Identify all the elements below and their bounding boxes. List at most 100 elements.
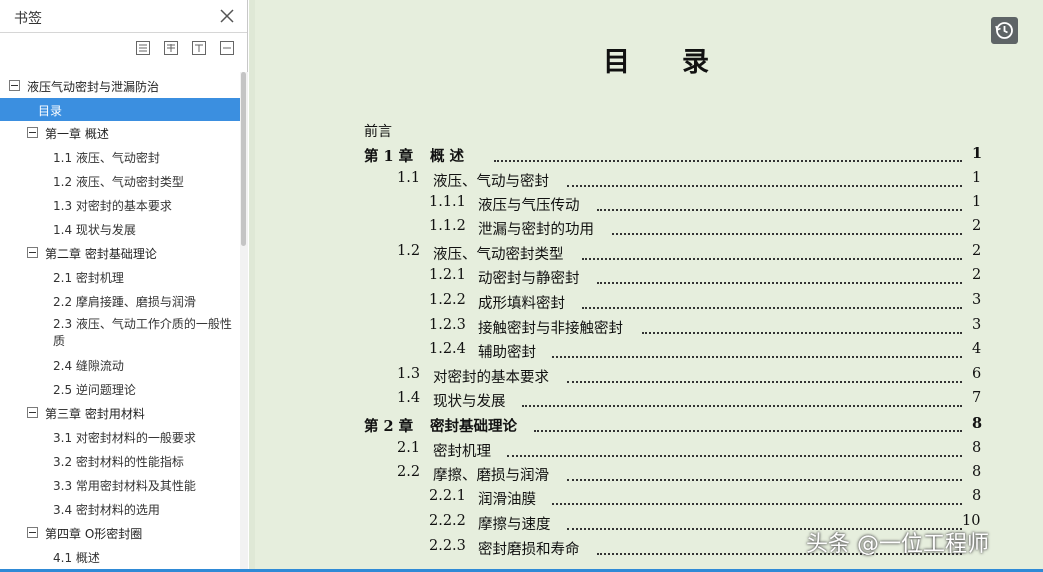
- toc-entry-page: 8: [972, 440, 982, 456]
- bookmark-chapter[interactable]: 第三章 密封用材料: [0, 401, 240, 424]
- history-button[interactable]: [991, 17, 1018, 44]
- bookmark-label: 4.1 概述: [53, 551, 100, 565]
- collapse-toggle-icon[interactable]: [27, 247, 38, 258]
- toc-entry[interactable]: 2.1 密封机理 8: [397, 440, 1000, 462]
- toc-entry[interactable]: 2.2.1 润滑油膜 8: [429, 488, 1000, 510]
- toc-entry-number: 1.1: [397, 170, 421, 186]
- bookmark-label: 第三章 密封用材料: [45, 407, 145, 421]
- toc-entry-page: 1: [972, 170, 982, 186]
- collapse-toggle-icon[interactable]: [9, 80, 20, 91]
- toc-entry[interactable]: 1.2.1 动密封与静密封 2: [429, 267, 1000, 289]
- toc-leader-dots: [522, 393, 962, 407]
- bookmark-section[interactable]: 2.2 摩肩接踵、磨损与润滑: [0, 289, 240, 312]
- bookmark-toolbar: [0, 34, 247, 64]
- bookmark-label: 2.3 液压、气动工作介质的一般性质: [53, 317, 232, 348]
- bookmark-label: 1.2 液压、气动密封类型: [53, 175, 184, 189]
- toc-leader-dots: [582, 246, 962, 260]
- collapse-toggle-icon[interactable]: [27, 127, 38, 138]
- toc-entry-title: 液压、气动与密封: [433, 174, 549, 190]
- toc-leader-dots: [552, 344, 962, 358]
- toc-entry[interactable]: 1.1.2 泄漏与密封的功用 2: [429, 218, 1000, 240]
- toc-entry-number: 第 2 章: [364, 418, 414, 435]
- bookmark-scrollbar-thumb[interactable]: [241, 72, 246, 246]
- bookmark-label: 液压气动密封与泄漏防治: [27, 80, 160, 94]
- bookmark-chapter[interactable]: 第二章 密封基础理论: [0, 241, 240, 264]
- toc-entry-number: 2.2.1: [429, 488, 466, 504]
- toc-entry-title: 现状与发展: [433, 394, 506, 410]
- toc-entry[interactable]: 2.2 摩擦、磨损与润滑 8: [397, 464, 1000, 486]
- bookmark-section[interactable]: 2.5 逆问题理论: [0, 377, 240, 400]
- bookmark-label: 2.2 摩肩接踵、磨损与润滑: [53, 295, 196, 309]
- collapse-all-icon[interactable]: [135, 40, 151, 56]
- toc-entry-page: 3: [972, 292, 982, 308]
- bookmark-chapter[interactable]: 目录: [0, 98, 240, 121]
- bookmark-section[interactable]: 1.4 现状与发展: [0, 217, 240, 240]
- toc-entry-title: 动密封与静密封: [478, 271, 580, 287]
- expand-all-icon[interactable]: [163, 40, 179, 56]
- collapse-toggle-icon[interactable]: [27, 407, 38, 418]
- bookmark-label: 3.4 密封材料的选用: [53, 503, 160, 517]
- bookmark-section[interactable]: 2.3 液压、气动工作介质的一般性质: [0, 313, 240, 353]
- toc-leader-dots: [582, 295, 962, 309]
- toc-entry-page: 1: [972, 145, 983, 162]
- toc-entry-title: 液压与气压传动: [478, 198, 580, 214]
- toc-entry-title: 液压、气动密封类型: [433, 247, 564, 263]
- bookmark-section[interactable]: 2.1 密封机理: [0, 265, 240, 288]
- bookmark-section[interactable]: 3.2 密封材料的性能指标: [0, 449, 240, 472]
- bookmark-label: 3.3 常用密封材料及其性能: [53, 479, 196, 493]
- toc-entry-page: 7: [972, 390, 982, 406]
- toc-entry-page: 2: [972, 218, 982, 234]
- toc-leader-dots: [567, 369, 962, 383]
- toc-entry-number: 2.1: [397, 440, 421, 456]
- bookmark-label: 1.1 液压、气动密封: [53, 151, 160, 165]
- bookmark-label: 第二章 密封基础理论: [45, 247, 157, 261]
- bookmark-panel: 书签 液压气动密封与泄漏防治目录 第一章 概述 1.1 液压、气动密封 1.2 液压、…: [0, 0, 248, 572]
- collapse-toggle-icon[interactable]: [27, 527, 38, 538]
- toc-entry-title: 摩擦、磨损与润滑: [433, 468, 549, 484]
- toc-leader-dots: [642, 320, 962, 334]
- bookmark-section[interactable]: 4.1 概述: [0, 545, 240, 568]
- bookmark-section[interactable]: 1.2 液压、气动密封类型: [0, 169, 240, 192]
- toc-entry[interactable]: 1.4 现状与发展 7: [397, 390, 1000, 412]
- bookmark-root[interactable]: 液压气动密封与泄漏防治: [0, 74, 240, 97]
- toc-entry-page: 2: [972, 267, 982, 283]
- bookmark-label: 第四章 O形密封圈: [45, 527, 143, 541]
- toc-entry-page: 6: [972, 366, 982, 382]
- toc-entry-title: 密封磨损和寿命: [478, 542, 580, 558]
- toc-entry[interactable]: 1.2.4 辅助密封 4: [429, 341, 1000, 363]
- toc-entry[interactable]: 1.2.2 成形填料密封 3: [429, 292, 1000, 314]
- close-icon[interactable]: [219, 8, 235, 24]
- bookmark-section[interactable]: 1.1 液压、气动密封: [0, 145, 240, 168]
- toc-entry[interactable]: 1.1.1 液压与气压传动 1: [429, 194, 1000, 216]
- toc-entry[interactable]: 1.2.3 接触密封与非接触密封 3: [429, 317, 1000, 339]
- toc-leader-dots: [534, 418, 962, 432]
- bookmark-panel-title: 书签: [14, 11, 42, 27]
- bookmark-section[interactable]: 3.4 密封材料的选用: [0, 497, 240, 520]
- bookmark-add-icon[interactable]: [219, 40, 235, 56]
- bookmark-section[interactable]: 3.1 对密封材料的一般要求: [0, 425, 240, 448]
- expand-current-icon[interactable]: [191, 40, 207, 56]
- toc-entry[interactable]: 第 2 章密封基础理论 8: [364, 415, 1000, 437]
- toc-leader-dots: [567, 173, 962, 187]
- toc-entry[interactable]: 1.3 对密封的基本要求 6: [397, 366, 1000, 388]
- toc-leader-dots: [494, 148, 962, 162]
- bookmark-label: 3.1 对密封材料的一般要求: [53, 431, 196, 445]
- toc-entry-number: 1.2: [397, 243, 421, 259]
- toc-entry-number: 2.2.2: [429, 513, 466, 529]
- toc-entry-title: 概 述: [430, 148, 465, 165]
- bookmark-section[interactable]: 1.3 对密封的基本要求: [0, 193, 240, 216]
- bookmark-section[interactable]: 3.3 常用密封材料及其性能: [0, 473, 240, 496]
- bookmark-chapter[interactable]: 第一章 概述: [0, 121, 240, 144]
- bookmark-label: 2.4 缝隙流动: [53, 359, 124, 373]
- toc-entry[interactable]: 第 1 章概 述 1: [364, 145, 1000, 167]
- toc-entry[interactable]: 1.2 液压、气动密封类型 2: [397, 243, 1000, 265]
- toc-entry-number: 1.1.1: [429, 194, 466, 210]
- bookmark-label: 3.2 密封材料的性能指标: [53, 455, 184, 469]
- bookmark-section[interactable]: 2.4 缝隙流动: [0, 353, 240, 376]
- toc-entry-page: 1: [972, 194, 982, 210]
- toc-entry-title: 摩擦与速度: [478, 517, 551, 533]
- bookmark-tree: 液压气动密封与泄漏防治目录 第一章 概述 1.1 液压、气动密封 1.2 液压、气动密…: [0, 72, 240, 572]
- toc-entry[interactable]: 1.1 液压、气动与密封 1: [397, 170, 1000, 192]
- toc-entry-number: 1.2.1: [429, 267, 466, 283]
- bookmark-chapter[interactable]: 第四章 O形密封圈: [0, 521, 240, 544]
